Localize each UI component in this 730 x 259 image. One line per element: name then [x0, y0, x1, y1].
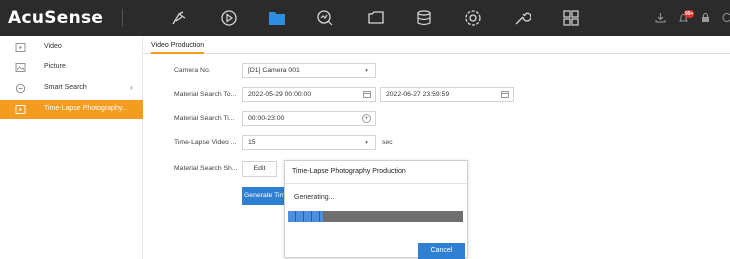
production-progress-dialog: Time-Lapse Photography Production Genera…	[284, 160, 468, 259]
live-view-icon[interactable]	[170, 9, 188, 27]
more-icon[interactable]	[721, 12, 730, 23]
chevron-right-icon: ›	[130, 83, 133, 92]
chevron-down-icon: ▼	[364, 140, 369, 146]
time-lapse-icon	[15, 104, 26, 115]
sidebar: Video Picture Smart Search › Time-Lapse …	[0, 36, 143, 259]
video-duration-select[interactable]: 15 ▼	[242, 135, 376, 150]
time-period-label: Material Search Ti...	[174, 115, 235, 122]
configuration-icon[interactable]	[464, 9, 482, 27]
tab-bar: Video Production	[143, 36, 730, 54]
edit-button[interactable]: Edit	[242, 161, 277, 177]
duration-unit: sec	[382, 139, 393, 146]
logo-divider	[122, 9, 123, 27]
lock-icon[interactable]	[700, 12, 711, 23]
download-icon[interactable]	[655, 12, 666, 23]
start-time-field[interactable]: 2022-05-29 00:00:00	[242, 87, 376, 102]
time-period-value: 00:00-23:00	[248, 115, 285, 122]
end-time-value: 2022-06-27 23:59:59	[386, 91, 450, 98]
camera-row: Camera No. [D1] Camera 001 ▼	[174, 63, 594, 79]
video-duration-row: Time-Lapse Video ... 15 ▼ sec	[174, 135, 594, 151]
shooting-label: Material Search Sh...	[174, 165, 238, 172]
video-icon	[15, 42, 26, 53]
progress-bar-fill	[288, 211, 323, 222]
chevron-down-icon: ▼	[364, 68, 369, 74]
generate-video-button[interactable]: Generate Time-Lapse Video	[242, 187, 288, 205]
calendar-icon[interactable]	[363, 91, 371, 98]
camera-select[interactable]: [D1] Camera 001 ▼	[242, 63, 376, 78]
playback-icon[interactable]	[220, 9, 238, 27]
smart-search-icon	[15, 83, 26, 94]
dialog-message: Generating...	[294, 194, 335, 201]
cancel-button[interactable]: Cancel	[418, 243, 465, 259]
material-time-row: Material Search To... 2022-05-29 00:00:0…	[174, 87, 594, 103]
multi-screen-icon[interactable]	[562, 9, 580, 27]
sidebar-item-label: Smart Search	[44, 84, 87, 91]
calendar-icon[interactable]	[501, 91, 509, 98]
sidebar-item-picture[interactable]: Picture	[0, 58, 143, 77]
sidebar-item-smart-search[interactable]: Smart Search ›	[0, 79, 143, 98]
sidebar-item-video[interactable]: Video	[0, 38, 143, 57]
sidebar-item-label: Time-Lapse Photography...	[44, 105, 128, 112]
camera-label: Camera No.	[174, 67, 211, 74]
maintenance-icon[interactable]	[513, 9, 531, 27]
app-logo: AcuSense	[8, 8, 104, 28]
alarm-count-badge: 99+	[684, 10, 695, 18]
tab-video-production[interactable]: Video Production	[151, 42, 205, 54]
video-duration-label: Time-Lapse Video ...	[174, 139, 237, 146]
sidebar-item-time-lapse[interactable]: Time-Lapse Photography...	[0, 100, 143, 119]
dialog-divider	[285, 183, 467, 184]
add-period-icon[interactable]: +	[362, 114, 371, 123]
material-time-label: Material Search To...	[174, 91, 237, 98]
camera-select-value: [D1] Camera 001	[248, 67, 300, 74]
sidebar-item-label: Video	[44, 43, 62, 50]
storage-icon[interactable]	[415, 9, 433, 27]
dialog-title: Time-Lapse Photography Production	[292, 168, 406, 175]
file-management-icon[interactable]	[268, 9, 286, 27]
sidebar-item-label: Picture	[44, 63, 66, 70]
start-time-value: 2022-05-29 00:00:00	[248, 91, 312, 98]
picture-icon	[15, 62, 26, 73]
video-duration-value: 15	[248, 139, 256, 146]
progress-bar	[288, 211, 463, 222]
time-period-row: Material Search Ti... 00:00-23:00 +	[174, 111, 594, 127]
end-time-field[interactable]: 2022-06-27 23:59:59	[380, 87, 514, 102]
time-period-field[interactable]: 00:00-23:00 +	[242, 111, 376, 126]
smart-analysis-icon[interactable]	[316, 9, 334, 27]
top-navigation-bar: AcuSense 99+	[0, 0, 730, 36]
monitor-icon[interactable]	[367, 9, 385, 27]
